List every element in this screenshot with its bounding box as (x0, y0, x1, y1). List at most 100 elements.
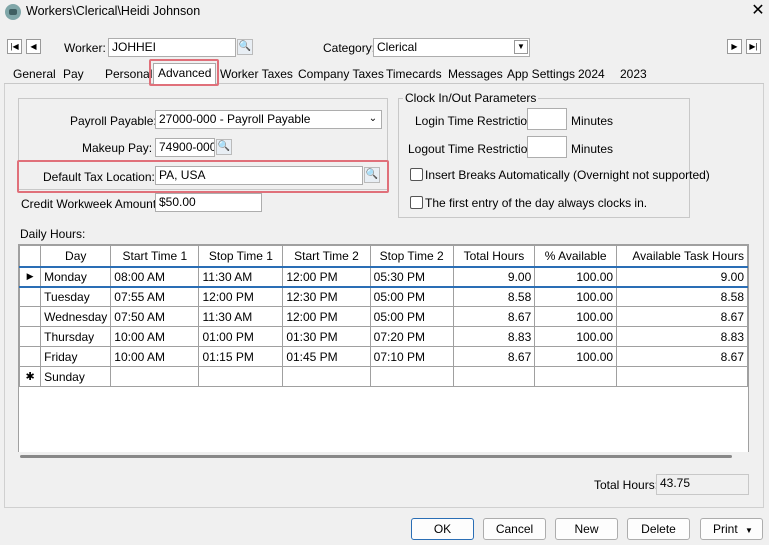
insert-breaks-checkbox[interactable] (410, 168, 423, 181)
ok-button[interactable]: OK (411, 518, 474, 540)
cell-start-time-1[interactable] (110, 366, 200, 387)
cell-available-task-hours[interactable]: 8.83 (616, 326, 748, 347)
cell-percent-available[interactable]: 100.00 (534, 346, 618, 367)
cell-total-hours[interactable]: 8.67 (452, 306, 536, 327)
cell-stop-time-2[interactable]: 07:20 PM (369, 326, 454, 347)
tax-location-search-icon[interactable]: 🔍 (364, 167, 380, 183)
cell-day[interactable]: Monday (40, 265, 112, 288)
row-header[interactable] (19, 326, 42, 347)
cell-day[interactable]: Tuesday (40, 286, 112, 307)
credit-workweek-field[interactable]: $50.00 (155, 193, 262, 212)
cell-percent-available[interactable]: 100.00 (534, 286, 618, 307)
worker-field[interactable]: JOHHEI (108, 38, 236, 57)
cell-start-time-2[interactable]: 12:30 PM (282, 286, 371, 307)
cell-stop-time-1[interactable]: 11:30 AM (198, 306, 284, 327)
print-button[interactable]: Print ▼ (700, 518, 763, 540)
tab-messages[interactable]: Messages (444, 65, 507, 83)
table-row[interactable]: Friday 10:00 AM 01:15 PM 01:45 PM 07:10 … (19, 346, 748, 367)
cell-total-hours[interactable] (452, 366, 536, 387)
cell-stop-time-1[interactable]: 12:00 PM (198, 286, 284, 307)
cell-stop-time-1[interactable] (198, 366, 284, 387)
login-restriction-field[interactable] (527, 108, 567, 130)
row-header[interactable] (19, 306, 42, 327)
cell-stop-time-2[interactable]: 05:00 PM (369, 306, 454, 327)
column-header-available-task-hours[interactable]: Available Task Hours (616, 245, 748, 267)
column-header-stop-time-2[interactable]: Stop Time 2 (369, 245, 454, 267)
cell-percent-available[interactable]: 100.00 (534, 306, 618, 327)
new-row-asterisk-icon[interactable]: ✱ (19, 366, 42, 387)
row-header[interactable] (19, 346, 42, 367)
delete-button[interactable]: Delete (627, 518, 690, 540)
cell-day[interactable]: Sunday (40, 366, 112, 387)
last-record-button[interactable]: ▶| (746, 39, 761, 54)
cell-start-time-1[interactable]: 10:00 AM (110, 346, 200, 367)
cell-available-task-hours[interactable]: 8.58 (616, 286, 748, 307)
cell-day[interactable]: Wednesday (40, 306, 112, 327)
cell-day[interactable]: Friday (40, 346, 112, 367)
table-row[interactable]: ▶ Monday 08:00 AM 11:30 AM 12:00 PM 05:3… (19, 265, 748, 288)
cell-available-task-hours[interactable]: 8.67 (616, 306, 748, 327)
row-header[interactable] (19, 286, 42, 307)
previous-record-button[interactable]: ◀ (26, 39, 41, 54)
cell-stop-time-1[interactable]: 01:00 PM (198, 326, 284, 347)
makeup-pay-field[interactable]: 74900-000 (155, 138, 215, 157)
makeup-pay-search-icon[interactable]: 🔍 (216, 139, 232, 155)
cell-percent-available[interactable]: 100.00 (534, 326, 618, 347)
cell-start-time-2[interactable]: 01:45 PM (282, 346, 371, 367)
cell-start-time-1[interactable]: 08:00 AM (110, 265, 200, 288)
first-entry-checkbox[interactable] (410, 196, 423, 209)
tab-general[interactable]: General (9, 65, 60, 83)
cell-start-time-2[interactable] (282, 366, 371, 387)
logout-restriction-field[interactable] (527, 136, 567, 158)
current-row-arrow-icon[interactable]: ▶ (19, 265, 42, 288)
worker-search-icon[interactable]: 🔍 (237, 39, 253, 55)
table-row[interactable]: Wednesday 07:50 AM 11:30 AM 12:00 PM 05:… (19, 306, 748, 327)
cell-stop-time-1[interactable]: 11:30 AM (198, 265, 284, 288)
tab-timecards[interactable]: Timecards (382, 65, 446, 83)
tab-2024[interactable]: 2024 (574, 65, 609, 83)
cancel-button[interactable]: Cancel (483, 518, 546, 540)
new-button[interactable]: New (555, 518, 618, 540)
horizontal-scrollbar-thumb[interactable] (20, 455, 732, 458)
cell-total-hours[interactable]: 8.58 (452, 286, 536, 307)
next-record-button[interactable]: ▶ (727, 39, 742, 54)
tab-pay[interactable]: Pay (59, 65, 88, 83)
cell-day[interactable]: Thursday (40, 326, 112, 347)
column-header-stop-time-1[interactable]: Stop Time 1 (198, 245, 284, 267)
column-header-day[interactable]: Day (40, 245, 112, 267)
category-chevron-down-icon[interactable]: ▼ (514, 40, 528, 54)
cell-start-time-1[interactable]: 07:55 AM (110, 286, 200, 307)
first-record-button[interactable]: |◀ (7, 39, 22, 54)
cell-total-hours[interactable]: 8.67 (452, 346, 536, 367)
cell-stop-time-2[interactable] (369, 366, 454, 387)
column-header-total-hours[interactable]: Total Hours (452, 245, 536, 267)
column-header-start-time-1[interactable]: Start Time 1 (110, 245, 200, 267)
payroll-payable-chevron-down-icon[interactable]: ⌄ (366, 112, 380, 126)
default-tax-location-field[interactable]: PA, USA (155, 166, 363, 185)
tab-worker-taxes[interactable]: Worker Taxes (216, 65, 297, 83)
cell-start-time-2[interactable]: 12:00 PM (282, 265, 371, 288)
cell-start-time-1[interactable]: 10:00 AM (110, 326, 200, 347)
new-table-row[interactable]: ✱ Sunday (19, 366, 748, 387)
cell-total-hours[interactable]: 9.00 (452, 265, 536, 288)
cell-start-time-1[interactable]: 07:50 AM (110, 306, 200, 327)
cell-start-time-2[interactable]: 12:00 PM (282, 306, 371, 327)
category-select[interactable]: Clerical (373, 38, 530, 57)
cell-available-task-hours[interactable]: 8.67 (616, 346, 748, 367)
tab-app-settings[interactable]: App Settings (503, 65, 579, 83)
cell-stop-time-2[interactable]: 07:10 PM (369, 346, 454, 367)
cell-stop-time-2[interactable]: 05:30 PM (369, 265, 454, 288)
payroll-payable-select[interactable]: 27000-000 - Payroll Payable (155, 110, 382, 129)
table-row[interactable]: Thursday 10:00 AM 01:00 PM 01:30 PM 07:2… (19, 326, 748, 347)
cell-stop-time-1[interactable]: 01:15 PM (198, 346, 284, 367)
table-row[interactable]: Tuesday 07:55 AM 12:00 PM 12:30 PM 05:00… (19, 286, 748, 307)
cell-stop-time-2[interactable]: 05:00 PM (369, 286, 454, 307)
cell-available-task-hours[interactable] (616, 366, 748, 387)
cell-start-time-2[interactable]: 01:30 PM (282, 326, 371, 347)
tab-company-taxes[interactable]: Company Taxes (294, 65, 388, 83)
cell-percent-available[interactable] (534, 366, 618, 387)
cell-percent-available[interactable]: 100.00 (534, 265, 618, 288)
column-header-start-time-2[interactable]: Start Time 2 (282, 245, 371, 267)
close-icon[interactable]: ✕ (748, 2, 768, 22)
column-header-percent-available[interactable]: % Available (534, 245, 618, 267)
